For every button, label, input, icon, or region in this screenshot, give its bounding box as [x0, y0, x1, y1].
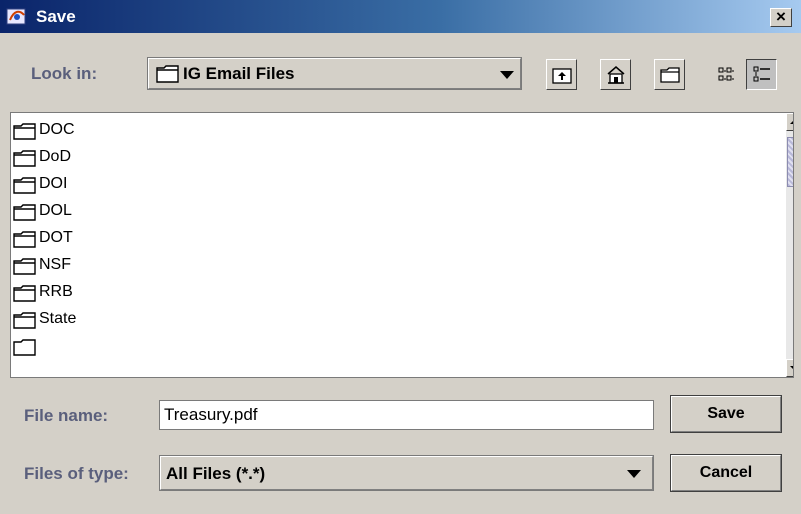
scroll-up-button[interactable]: [786, 113, 793, 131]
folder-icon: [13, 258, 36, 275]
up-one-level-button[interactable]: [546, 59, 577, 90]
scrollbar-thumb[interactable]: [787, 137, 793, 187]
new-folder-icon: [660, 67, 680, 83]
folder-icon: [13, 285, 36, 302]
files-of-type-dropdown[interactable]: All Files (*.*): [159, 455, 654, 491]
file-name: NSF: [39, 256, 71, 273]
files-of-type-value: All Files (*.*): [166, 464, 266, 483]
home-button[interactable]: [600, 59, 631, 90]
list-item[interactable]: NSF: [11, 252, 771, 279]
list-item[interactable]: State: [11, 306, 771, 333]
list-item[interactable]: DOC: [11, 117, 771, 144]
chevron-down-icon[interactable]: [500, 71, 514, 79]
list-view-button[interactable]: [711, 59, 742, 90]
cancel-button-label: Cancel: [699, 464, 753, 481]
list-item[interactable]: DOL: [11, 198, 771, 225]
vertical-scrollbar[interactable]: [786, 113, 793, 377]
folder-icon: [13, 123, 36, 140]
file-name: RRB: [39, 283, 73, 300]
list-item[interactable]: DoD: [11, 144, 771, 171]
file-name: State: [39, 310, 77, 327]
java-app-icon: [6, 8, 26, 25]
save-button-label: Save: [707, 405, 745, 422]
list-item[interactable]: DOI: [11, 171, 771, 198]
home-icon: [607, 66, 625, 84]
folder-icon: [13, 204, 36, 221]
file-name: DOI: [39, 175, 68, 192]
folder-icon: [13, 177, 36, 194]
folder-icon: [13, 312, 36, 329]
save-button[interactable]: Save: [670, 395, 782, 433]
up-one-level-icon: [552, 68, 572, 84]
folder-icon: [13, 339, 36, 356]
cancel-button[interactable]: Cancel: [670, 454, 782, 492]
window-title: Save: [36, 7, 76, 26]
title-bar[interactable]: Save ×: [0, 0, 801, 33]
arrow-up-icon: [790, 121, 793, 124]
look-in-label: Look in:: [31, 64, 98, 83]
file-name: DoD: [39, 148, 72, 165]
arrow-down-icon: [790, 366, 793, 369]
details-view-button[interactable]: [746, 59, 777, 90]
file-name-field[interactable]: [159, 400, 654, 430]
close-icon: ×: [776, 7, 786, 26]
file-list[interactable]: DOC DoD DOI DOL DOT NSF RRB State: [10, 112, 794, 378]
folder-icon: [13, 231, 36, 248]
chevron-down-icon[interactable]: [627, 470, 641, 478]
folder-icon: [13, 150, 36, 167]
file-name: DOT: [39, 229, 73, 246]
scroll-down-button[interactable]: [786, 359, 793, 377]
look-in-value: IG Email Files: [183, 64, 295, 83]
save-dialog: Save × Look in: IG Email Files DOC DoD D…: [0, 0, 801, 514]
file-name-label: File name:: [24, 406, 109, 425]
file-name: DOL: [39, 202, 72, 219]
new-folder-button[interactable]: [654, 59, 685, 90]
list-item[interactable]: RRB: [11, 279, 771, 306]
folder-icon: [156, 65, 179, 83]
details-view-icon: [753, 66, 770, 82]
file-name-input[interactable]: [164, 404, 644, 426]
files-of-type-label: Files of type:: [24, 464, 129, 483]
look-in-dropdown[interactable]: IG Email Files: [147, 57, 522, 90]
list-item[interactable]: DOT: [11, 225, 771, 252]
list-item-partial[interactable]: [11, 333, 771, 360]
list-view-icon: [718, 67, 734, 81]
close-button[interactable]: ×: [770, 7, 792, 27]
file-name: DOC: [39, 121, 75, 138]
